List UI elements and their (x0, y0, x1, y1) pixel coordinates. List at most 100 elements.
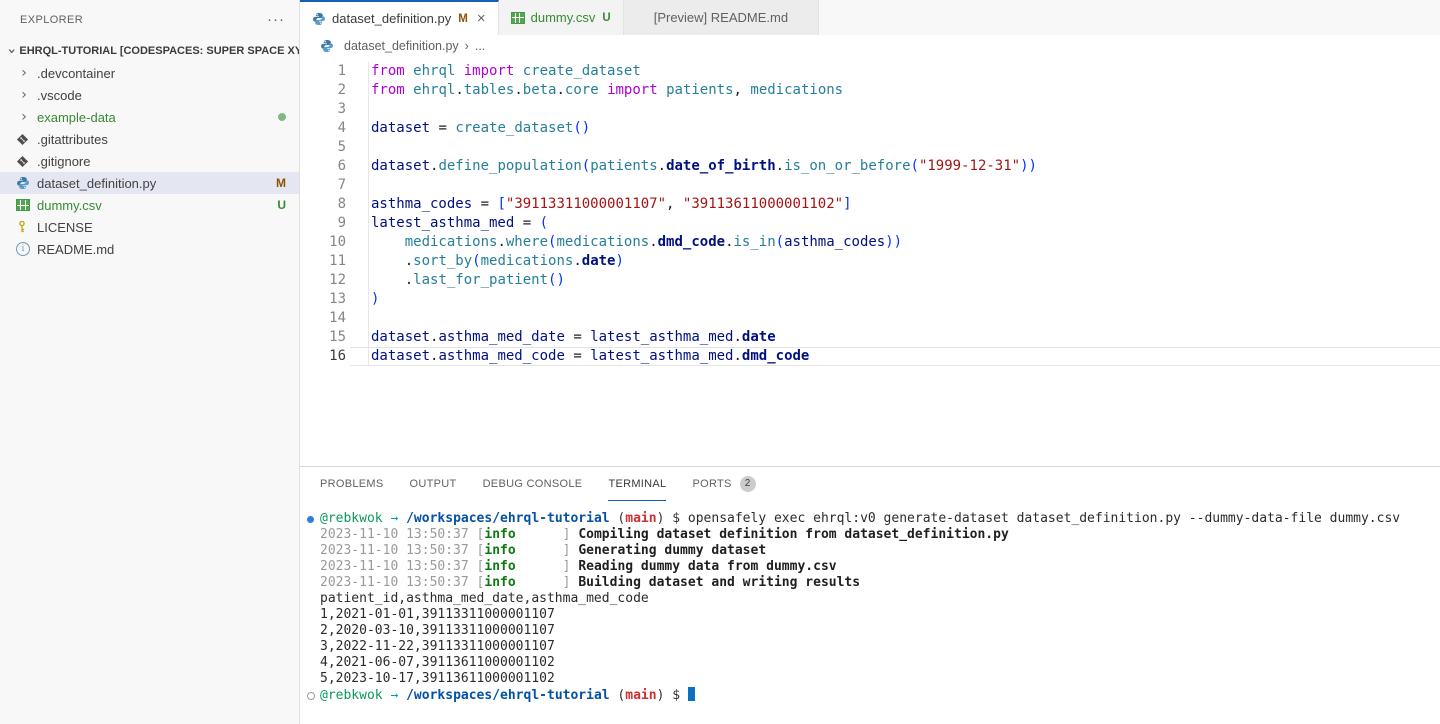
code-token: . (371, 253, 413, 269)
code-token: , (734, 82, 751, 98)
file-label: .vscode (37, 88, 82, 103)
code-token: latest_asthma_med (371, 215, 514, 231)
terminal-token: main (625, 511, 656, 526)
more-actions-icon[interactable]: ··· (267, 15, 285, 25)
close-icon[interactable]: × (477, 14, 486, 24)
code-line-8[interactable]: asthma_codes = ["39113311000001107", "39… (371, 195, 1037, 214)
code-token: create_dataset (455, 120, 573, 136)
panel-tab-debug-console[interactable]: DEBUG CONSOLE (483, 467, 583, 501)
root-folder-row[interactable]: › EHRQL-TUTORIAL [CODESPACES: SUPER SPAC… (0, 40, 299, 62)
git-changes-dot-badge (278, 113, 286, 121)
code-token: = (472, 196, 497, 212)
code-line-5[interactable] (371, 138, 1037, 157)
code-token: dmd_code (658, 234, 725, 250)
code-token: dataset (371, 348, 430, 364)
tab-label: dummy.csv (531, 10, 596, 25)
terminal-line-4: 2023-11-10 13:50:37 [info ] Reading dumm… (300, 559, 1440, 575)
terminal-token: ] (516, 543, 579, 558)
sidebar-item-example-data[interactable]: ›example-data (0, 106, 299, 128)
code-token: asthma_med_code (438, 348, 564, 364)
code-token: dmd_code (742, 348, 809, 364)
terminal-token: ) $ (657, 511, 688, 526)
terminal-line-1: @rebkwok → /workspaces/ehrql-tutorial (m… (300, 511, 1440, 527)
chevron-right-icon: › (16, 87, 32, 103)
chevron-right-icon: › (16, 109, 32, 125)
sidebar-item-dummy-csv[interactable]: dummy.csvU (0, 194, 299, 216)
terminal-token: @rebkwok (320, 511, 383, 526)
terminal-token: @rebkwok (320, 688, 383, 703)
code-token: import (464, 63, 515, 79)
code-line-11[interactable]: .sort_by(medications.date) (371, 252, 1037, 271)
tab-dataset-definition-py[interactable]: dataset_definition.pyM× (300, 0, 499, 35)
code-line-1[interactable]: from ehrql import create_dataset (371, 62, 1037, 81)
code-token: create_dataset (523, 63, 641, 79)
sidebar-item--devcontainer[interactable]: ›.devcontainer (0, 62, 299, 84)
python-icon (312, 12, 326, 26)
line-number: 5 (300, 138, 346, 157)
sidebar-item-license[interactable]: LICENSE (0, 216, 299, 238)
line-number: 12 (300, 271, 346, 290)
sidebar-item-readme-md[interactable]: iREADME.md (0, 238, 299, 260)
prompt-decoration-icon[interactable] (307, 692, 315, 700)
tab-dummy-csv[interactable]: dummy.csvU (499, 0, 624, 35)
code-token: dataset (371, 158, 430, 174)
explorer-header: EXPLORER ··· (0, 0, 299, 40)
license-icon (16, 220, 28, 234)
code-line-16[interactable]: dataset.asthma_med_code = latest_asthma_… (371, 347, 1037, 366)
terminal-token: ( (610, 511, 626, 526)
command-decoration-icon[interactable] (307, 516, 314, 523)
sidebar-item--gitattributes[interactable]: .gitattributes (0, 128, 299, 150)
code-token: )) (1020, 158, 1037, 174)
code-line-4[interactable]: dataset = create_dataset() (371, 119, 1037, 138)
line-number: 14 (300, 309, 346, 328)
code-token: ( (472, 253, 480, 269)
code-token: ) (615, 253, 623, 269)
code-token: define_population (438, 158, 581, 174)
code-line-10[interactable]: medications.where(medications.dmd_code.i… (371, 233, 1037, 252)
code-line-7[interactable] (371, 176, 1037, 195)
code-line-12[interactable]: .last_for_patient() (371, 271, 1037, 290)
terminal-token: ( (610, 688, 626, 703)
sidebar-item-dataset-definition-py[interactable]: dataset_definition.pyM (0, 172, 299, 194)
code-line-3[interactable] (371, 100, 1037, 119)
code-line-15[interactable]: dataset.asthma_med_date = latest_asthma_… (371, 328, 1037, 347)
panel-tab-terminal[interactable]: TERMINAL (608, 467, 666, 501)
code-token: . (371, 272, 413, 288)
tab--preview-readme-md[interactable]: [Preview] README.md (624, 0, 819, 35)
code-token: = (565, 348, 590, 364)
code-line-9[interactable]: latest_asthma_med = ( (371, 214, 1037, 233)
csv-icon (16, 199, 30, 211)
panel-tab-ports[interactable]: PORTS2 (692, 467, 755, 501)
file-label: .gitattributes (37, 132, 108, 147)
panel-tab-output[interactable]: OUTPUT (410, 467, 457, 501)
line-number: 10 (300, 233, 346, 252)
code-line-6[interactable]: dataset.define_population(patients.date_… (371, 157, 1037, 176)
code-token: ( (540, 215, 548, 231)
code-editor[interactable]: 12345678910111213141516 from ehrql impor… (300, 57, 1440, 466)
line-number: 11 (300, 252, 346, 271)
code-token (405, 82, 413, 98)
code-token: patients (666, 82, 733, 98)
file-label: dataset_definition.py (37, 176, 156, 191)
sidebar-item--vscode[interactable]: › .vscode (0, 84, 299, 106)
chevron-right-icon: › (16, 65, 32, 81)
code-line-14[interactable] (371, 309, 1037, 328)
terminal-line-9: 3,2022-11-22,39113311000001107 (300, 639, 1440, 655)
breadcrumb-ellipsis[interactable]: ... (475, 39, 485, 53)
sidebar-item--gitignore[interactable]: .gitignore (0, 150, 299, 172)
code-line-2[interactable]: from ehrql.tables.beta.core import patie… (371, 81, 1037, 100)
line-number-gutter: 12345678910111213141516 (300, 62, 346, 366)
terminal[interactable]: @rebkwok → /workspaces/ehrql-tutorial (m… (300, 501, 1440, 724)
breadcrumb-file[interactable]: dataset_definition.py (344, 39, 459, 53)
code-token (455, 63, 463, 79)
panel-tab-problems[interactable]: PROBLEMS (320, 467, 384, 501)
terminal-line-12: @rebkwok → /workspaces/ehrql-tutorial (m… (300, 687, 1440, 703)
terminal-token: info (484, 559, 515, 574)
line-number: 15 (300, 328, 346, 347)
code-token: ) (371, 291, 379, 307)
code-token: date (742, 329, 776, 345)
breadcrumb: dataset_definition.py › ... (300, 35, 1440, 57)
code-line-13[interactable]: ) (371, 290, 1037, 309)
code-token: is_in (734, 234, 776, 250)
git-icon (16, 133, 29, 146)
